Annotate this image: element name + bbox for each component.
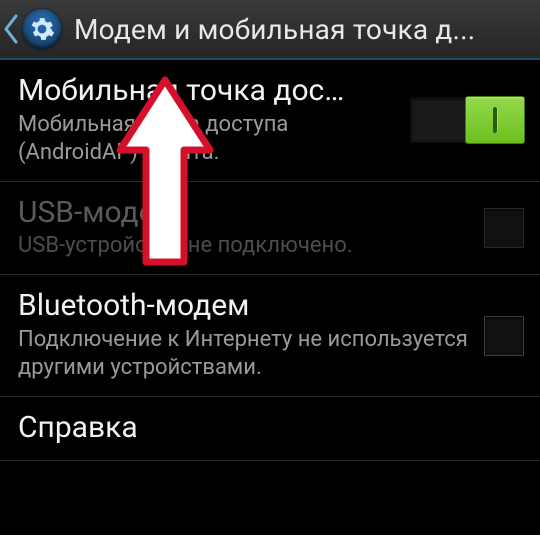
row-subtitle: Подключение к Интернету не используется …	[18, 326, 472, 382]
row-subtitle: Мобильная точка доступа (AndroidAP) заня…	[18, 111, 398, 167]
row-subtitle: USB-устройство не подключено.	[18, 232, 472, 260]
row-title: Bluetooth-модем	[18, 289, 472, 324]
row-mobile-hotspot[interactable]: Мобильная точка дос… Мобильная точка дос…	[0, 60, 540, 182]
usb-checkbox	[484, 208, 524, 248]
row-usb-tethering: USB-модем USB-устройство не подключено.	[0, 182, 540, 276]
bluetooth-checkbox[interactable]	[484, 316, 524, 356]
row-bluetooth-tethering[interactable]: Bluetooth-модем Подключение к Интернету …	[0, 275, 540, 397]
settings-gear-icon	[22, 9, 62, 49]
hotspot-toggle[interactable]	[410, 97, 524, 143]
row-title: USB-модем	[18, 196, 472, 231]
row-help[interactable]: Справка	[0, 397, 540, 461]
page-title: Модем и мобильная точка д...	[74, 13, 536, 46]
back-button[interactable]	[0, 0, 74, 58]
row-title: Мобильная точка дос…	[18, 74, 398, 109]
row-title: Справка	[18, 411, 512, 446]
chevron-left-icon	[2, 14, 20, 44]
header-bar: Модем и мобильная точка д...	[0, 0, 540, 60]
